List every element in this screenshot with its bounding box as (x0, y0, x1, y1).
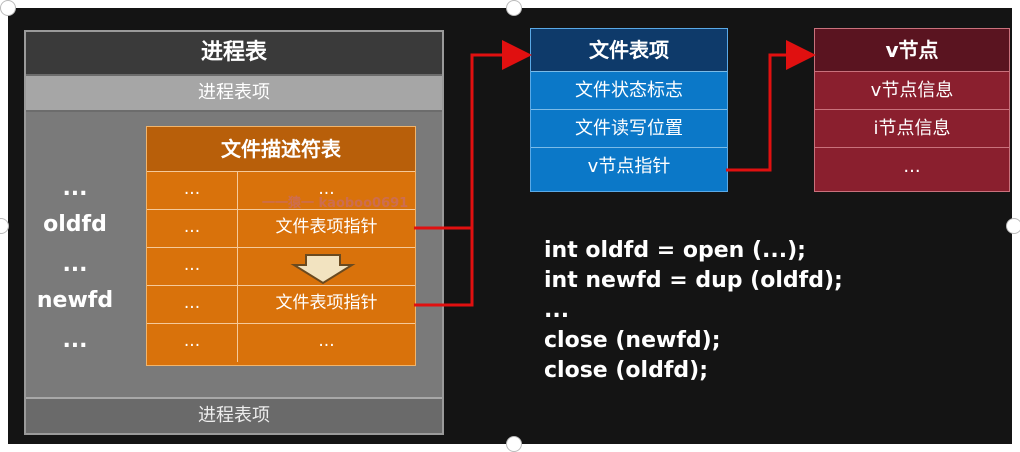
code-snippet: int oldfd = open (...); int newfd = dup … (544, 236, 843, 386)
code-line: int newfd = dup (oldfd); (544, 268, 843, 293)
code-line: int oldfd = open (...); (544, 238, 806, 263)
vnode-pointer-arrow (726, 40, 816, 172)
newfd-pointer-arrow (414, 228, 474, 307)
code-line: close (oldfd); (544, 358, 709, 383)
code-line: ... (544, 298, 570, 323)
connector-arrows (414, 40, 816, 307)
code-line: close (newfd); (544, 328, 721, 353)
oldfd-pointer-arrow (414, 40, 532, 230)
